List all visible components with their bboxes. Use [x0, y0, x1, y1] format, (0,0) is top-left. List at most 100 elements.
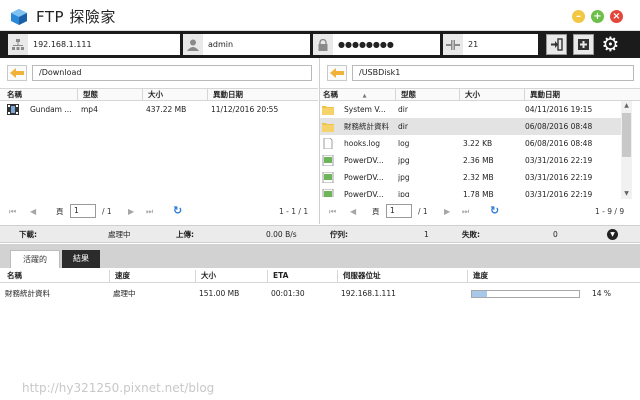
video-file-icon: [7, 104, 19, 115]
close-button[interactable]: ×: [610, 10, 623, 23]
file-size: 3.22 KB: [463, 139, 493, 148]
file-size: [463, 118, 523, 135]
file-row[interactable]: System V... dir 04/11/2016 19:15: [320, 101, 621, 118]
file-row[interactable]: Gundam ... mp4 437.22 MB 11/12/2016 20:5…: [0, 101, 318, 118]
connect-button[interactable]: [546, 34, 567, 55]
queue-progress-text: 14 %: [592, 289, 612, 298]
column-header-type[interactable]: 型態: [398, 89, 460, 101]
file-name: 財務統計資料: [344, 122, 389, 131]
arrow-left-icon: [330, 68, 344, 78]
file-row[interactable]: PowerDV... jpg 2.32 MB 03/31/2016 22:19: [320, 169, 621, 186]
image-file-icon: [322, 155, 334, 166]
file-row[interactable]: PowerDV... jpg 1.78 MB 03/31/2016 22:19: [320, 186, 621, 197]
file-type: dir: [398, 105, 408, 114]
user-field[interactable]: admin: [183, 34, 310, 55]
transfer-icon: [578, 39, 589, 50]
prev-page-icon[interactable]: ◀: [350, 206, 356, 218]
queue-value: 1: [424, 230, 429, 239]
scroll-down-icon[interactable]: ▼: [621, 189, 632, 199]
host-field[interactable]: 192.168.1.111: [8, 34, 180, 55]
file-name: System V...: [344, 105, 386, 114]
sort-ascending-icon: ▲: [362, 93, 367, 99]
column-header-name[interactable]: 名稱: [4, 89, 78, 101]
file-date: 06/08/2016 08:48: [525, 122, 593, 131]
column-header-name-label: 名稱: [323, 90, 338, 99]
password-input[interactable]: ●●●●●●●●: [338, 34, 394, 55]
lock-icon: [313, 34, 333, 55]
file-type: log: [398, 139, 410, 148]
local-path-input[interactable]: /Download: [32, 65, 312, 81]
next-page-icon[interactable]: ▶: [444, 206, 450, 218]
password-field[interactable]: ●●●●●●●●: [313, 34, 440, 55]
column-header-date[interactable]: 異動日期: [210, 89, 310, 101]
port-input[interactable]: 21: [468, 34, 478, 55]
queue-column-name[interactable]: 名稱: [4, 270, 110, 282]
download-label: 下載:: [19, 230, 37, 239]
column-header-size[interactable]: 大小: [462, 89, 525, 101]
document-icon: [323, 138, 333, 149]
remote-scrollbar[interactable]: ▲ ▼: [621, 101, 632, 199]
queue-column-progress[interactable]: 進度: [470, 270, 630, 282]
transfer-mode-button[interactable]: [573, 34, 594, 55]
column-header-size[interactable]: 大小: [145, 89, 208, 101]
title-bar: FTP 探險家 – + ×: [0, 0, 640, 31]
file-row[interactable]: PowerDV... jpg 2.36 MB 03/31/2016 22:19: [320, 152, 621, 169]
file-type: jpg: [398, 173, 410, 182]
image-file-icon: [322, 189, 334, 197]
port-icon: [443, 34, 463, 55]
remote-up-folder-button[interactable]: [327, 65, 347, 81]
settings-gear-icon[interactable]: ⚙: [600, 34, 621, 55]
host-input[interactable]: 192.168.1.111: [33, 34, 92, 55]
column-header-type[interactable]: 型態: [80, 89, 143, 101]
maximize-button[interactable]: +: [591, 10, 604, 23]
last-page-icon[interactable]: ⏭: [146, 206, 153, 218]
queue-column-server[interactable]: 伺服器位址: [340, 270, 468, 282]
queue-item-name: 財務統計資料: [5, 289, 50, 298]
remote-file-list: System V... dir 04/11/2016 19:15 財務統計資料 …: [320, 101, 621, 197]
column-header-date[interactable]: 異動日期: [527, 89, 627, 101]
queue-progress-bar: [471, 290, 580, 298]
first-page-icon[interactable]: ⏮: [329, 206, 336, 218]
app-logo-icon: [11, 9, 27, 25]
file-type: jpg: [398, 190, 410, 197]
queue-column-speed[interactable]: 速度: [112, 270, 196, 282]
tab-results[interactable]: 結果: [62, 250, 100, 268]
scroll-up-icon[interactable]: ▲: [621, 101, 632, 111]
local-file-list: Gundam ... mp4 437.22 MB 11/12/2016 20:5…: [0, 101, 318, 197]
queue-item-eta: 00:01:30: [271, 289, 305, 298]
folder-icon: [322, 106, 334, 115]
remote-pager: ⏮ ◀ 頁 1 / 1 ▶ ⏭ ↻ 1 - 9 / 9: [320, 204, 640, 220]
local-up-folder-button[interactable]: [7, 65, 27, 81]
tab-active[interactable]: 活躍的: [10, 250, 60, 268]
page-label: 頁: [56, 207, 64, 216]
image-file-icon: [322, 172, 334, 183]
page-number-input[interactable]: 1: [70, 204, 96, 218]
file-row[interactable]: hooks.log log 3.22 KB 06/08/2016 08:48: [320, 135, 621, 152]
file-row-selected[interactable]: 財務統計資料 dir 06/08/2016 08:48: [320, 118, 621, 135]
file-name: hooks.log: [344, 139, 380, 148]
refresh-icon[interactable]: ↻: [490, 205, 499, 217]
local-pane: /Download 名稱 型態 大小 異動日期 Gundam ... mp4 4…: [0, 58, 318, 224]
first-page-icon[interactable]: ⏮: [9, 206, 16, 218]
file-name: Gundam ...: [30, 105, 72, 114]
next-page-icon[interactable]: ▶: [128, 206, 134, 218]
upload-value: 0.00 B/s: [266, 230, 297, 239]
local-path-row: /Download: [0, 62, 318, 84]
user-input[interactable]: admin: [208, 34, 233, 55]
prev-page-icon[interactable]: ◀: [30, 206, 36, 218]
page-number-input[interactable]: 1: [386, 204, 412, 218]
queue-column-size[interactable]: 大小: [198, 270, 268, 282]
queue-column-eta[interactable]: ETA: [270, 270, 338, 282]
file-date: 11/12/2016 20:55: [211, 105, 279, 114]
file-name: PowerDV...: [344, 190, 384, 197]
scrollbar-thumb[interactable]: [622, 113, 631, 157]
upload-label: 上傳:: [176, 230, 194, 239]
collapse-panel-icon[interactable]: ▼: [607, 229, 618, 240]
port-field[interactable]: 21: [443, 34, 538, 55]
column-header-name[interactable]: 名稱 ▲: [320, 89, 396, 101]
remote-path-input[interactable]: /USBDisk1: [352, 65, 634, 81]
last-page-icon[interactable]: ⏭: [462, 206, 469, 218]
queue-row[interactable]: 財務統計資料 處理中 151.00 MB 00:01:30 192.168.1.…: [0, 286, 640, 302]
minimize-button[interactable]: –: [572, 10, 585, 23]
refresh-icon[interactable]: ↻: [173, 205, 182, 217]
